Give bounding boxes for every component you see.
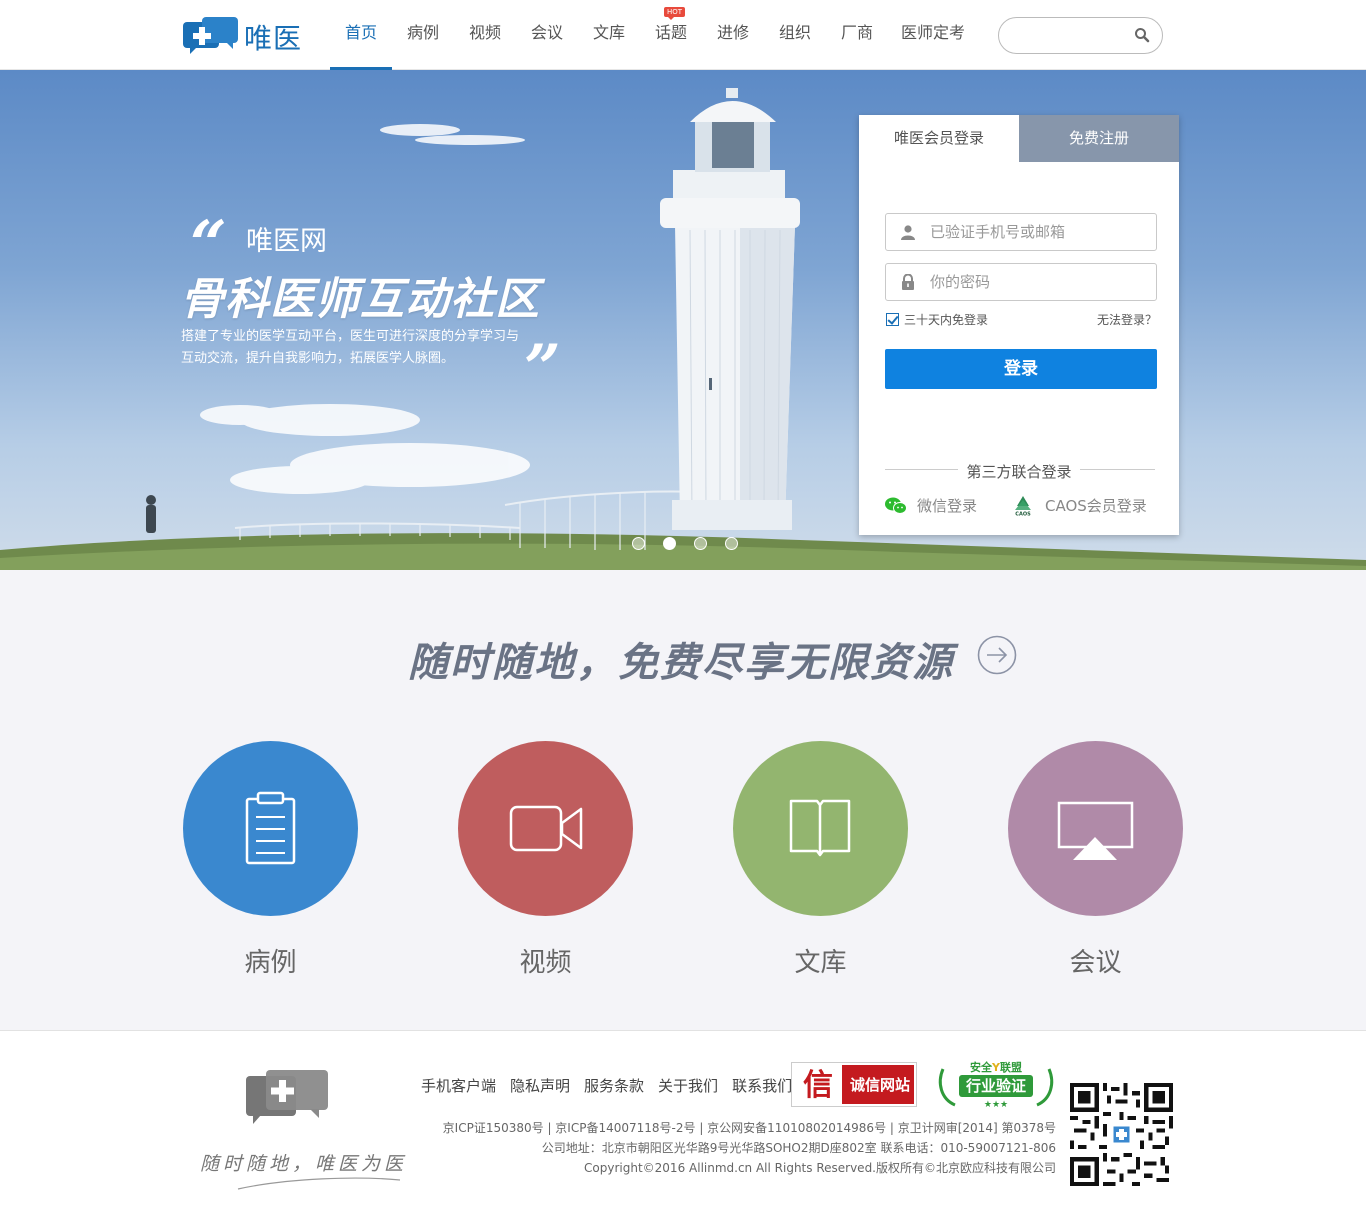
top-header: 唯医 首页 病例 视频 会议 文库 话题 HOT 进修 组织 厂商 医师定考 (0, 0, 1366, 70)
feature-videos-circle (458, 741, 633, 916)
features-headline: 随时随地，免费尽享无限资源 (408, 639, 954, 686)
feature-library[interactable]: 文库 (733, 741, 908, 979)
features-section: 随时随地，免费尽享无限资源 病例 视频 文库 会议 (0, 570, 1366, 1030)
arrow-right-icon[interactable] (977, 635, 1017, 675)
honest-site-badge[interactable]: 信 诚信网站 (791, 1062, 917, 1107)
nav-training[interactable]: 进修 (702, 0, 764, 70)
cannot-login-link[interactable]: 无法登录？ (1097, 311, 1157, 328)
password-field (885, 263, 1157, 301)
carousel-dots (632, 537, 756, 550)
banner-site-name: 唯医网 (246, 226, 327, 257)
caos-login-label: CAOS会员登录 (1045, 497, 1147, 515)
footer-info: 京ICP证150380号 | 京ICP备14007118号-2号 | 京公网安备… (443, 1118, 1056, 1178)
svg-text:CAOS: CAOS (1015, 511, 1031, 516)
nav-meetings[interactable]: 会议 (516, 0, 578, 70)
feature-meetings-label: 会议 (1069, 948, 1122, 978)
banner-main-slogan: 骨科医师互动社区 (180, 274, 540, 325)
wechat-icon (885, 497, 907, 514)
nav-videos[interactable]: 视频 (454, 0, 516, 70)
remember-label: 三十天内免登录 (904, 313, 989, 327)
footer-links: 手机客户端 隐私声明 服务条款 关于我们 联系我们 (421, 1075, 806, 1096)
feature-meetings-circle (1008, 741, 1183, 916)
feature-library-label: 文库 (794, 948, 847, 978)
search-input[interactable] (1013, 18, 1133, 53)
carousel-dot-3[interactable] (694, 537, 707, 550)
clipboard-icon (245, 791, 296, 865)
lock-icon (902, 274, 914, 290)
nav-home[interactable]: 首页 (330, 0, 392, 70)
login-tabs: 唯医会员登录 免费注册 (859, 115, 1179, 162)
nav-physician-exam[interactable]: 医师定考 (888, 0, 978, 70)
footer-link-terms[interactable]: 服务条款 (584, 1075, 644, 1096)
nav-topics[interactable]: 话题 HOT (640, 0, 702, 70)
nav-library[interactable]: 文库 (578, 0, 640, 70)
nav-vendors[interactable]: 厂商 (826, 0, 888, 70)
svg-text:★★★: ★★★ (984, 1100, 1008, 1110)
tab-free-register[interactable]: 免费注册 (1019, 115, 1179, 162)
wechat-login-label: 微信登录 (917, 497, 978, 515)
tab-member-login[interactable]: 唯医会员登录 (859, 115, 1019, 162)
page-footer: 随时随地，唯医为医 手机客户端 隐私声明 服务条款 关于我们 联系我们 信 诚信… (0, 1030, 1366, 1232)
caos-login[interactable]: CAOS CAOS会员登录 (1011, 495, 1147, 516)
remember-me[interactable]: 三十天内免登录 (886, 311, 988, 328)
search-icon[interactable] (1134, 27, 1150, 43)
presentation-icon (1057, 801, 1134, 860)
nav-topics-label: 话题 (654, 23, 687, 42)
carousel-dot-4[interactable] (725, 537, 738, 550)
remember-checkbox[interactable] (886, 313, 899, 326)
caos-logo-icon: CAOS (1012, 495, 1034, 516)
account-input[interactable] (930, 214, 1150, 250)
carousel-dot-2[interactable] (663, 537, 676, 550)
book-icon (789, 799, 851, 857)
footer-link-privacy[interactable]: 隐私声明 (510, 1075, 570, 1096)
banner-description: 搭建了专业的医学互动平台，医生可进行深度的分享学习与互动交流，提升自我影响力，拓… (181, 329, 520, 366)
nav-cases[interactable]: 病例 (392, 0, 454, 70)
user-icon (901, 225, 915, 240)
feature-library-circle (733, 741, 908, 916)
feature-meetings[interactable]: 会议 (1008, 741, 1183, 979)
hot-badge: HOT (664, 7, 686, 20)
footer-copyright-line: Copyright©2016 Allinmd.cn All Rights Res… (584, 1161, 1056, 1175)
login-panel: 唯医会员登录 免费注册 三十天内免登录 无法登录？ 登录 第三方联合登录 (859, 115, 1179, 535)
feature-cases-circle (183, 741, 358, 916)
feature-videos-label: 视频 (519, 948, 572, 978)
qr-code (1070, 1083, 1173, 1186)
svg-text:行业验证: 行业验证 (965, 1077, 1026, 1095)
video-camera-icon (509, 805, 583, 852)
footer-link-contact[interactable]: 联系我们 (732, 1075, 792, 1096)
carousel-dot-1[interactable] (632, 537, 645, 550)
main-nav: 首页 病例 视频 会议 文库 话题 HOT 进修 组织 厂商 医师定考 (330, 0, 978, 70)
footer-link-mobile-app[interactable]: 手机客户端 (421, 1075, 496, 1096)
logo-text: 唯医 (244, 22, 303, 55)
feature-videos[interactable]: 视频 (458, 741, 633, 979)
honest-badge-text: 诚信网站 (850, 1076, 910, 1094)
footer-address-line: 公司地址：北京市朝阳区光华路9号光华路SOHO2期D座802室 联系电话：010… (541, 1141, 1056, 1155)
search-box (998, 17, 1163, 54)
feature-cases[interactable]: 病例 (183, 741, 358, 979)
honest-badge-char: 信 (803, 1068, 833, 1103)
svg-text:安全Y联盟: 安全Y联盟 (970, 1060, 1022, 1074)
feature-cases-label: 病例 (244, 948, 297, 978)
footer-slogan: 随时随地，唯医为医 (200, 1153, 408, 1175)
footer-link-about[interactable]: 关于我们 (658, 1075, 718, 1096)
nav-organizations[interactable]: 组织 (764, 0, 826, 70)
wechat-login[interactable]: 微信登录 (885, 495, 977, 516)
password-input[interactable] (930, 264, 1150, 300)
industry-verify-badge[interactable]: 安全Y联盟 行业验证 ★★★ (935, 1059, 1057, 1111)
site-logo[interactable]: 唯医 (182, 16, 312, 56)
login-button[interactable]: 登录 (885, 349, 1157, 389)
footer-icp-line: 京ICP证150380号 | 京ICP备14007118号-2号 | 京公网安备… (442, 1121, 1056, 1135)
logo-mark-icon (183, 17, 238, 54)
third-party-title: 第三方联合登录 (859, 461, 1179, 482)
account-field (885, 213, 1157, 251)
